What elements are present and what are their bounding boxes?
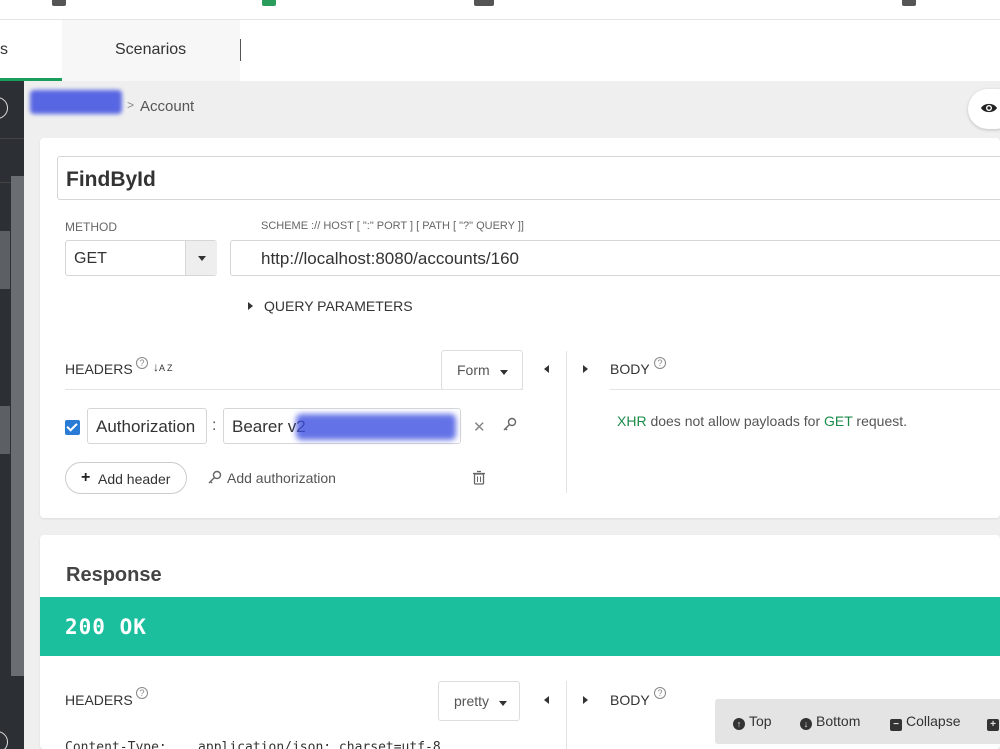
status-banner: 200 OK: [40, 597, 1000, 656]
dropdown-value: Form: [457, 362, 490, 378]
add-header-button[interactable]: + Add header: [65, 462, 187, 494]
body-note-method: GET: [824, 413, 853, 429]
request-card: FindById METHOD SCHEME :// HOST [ ":" PO…: [40, 138, 1000, 518]
url-input[interactable]: http://localhost:8080/accounts/160: [230, 240, 1000, 276]
url-format-label: SCHEME :// HOST [ ":" PORT ] [ PATH [ "?…: [261, 220, 524, 232]
headers-mode-dropdown[interactable]: Form: [441, 350, 523, 390]
query-parameters-toggle[interactable]: QUERY PARAMETERS: [264, 298, 413, 314]
help-icon[interactable]: ?: [654, 687, 666, 699]
panel-divider[interactable]: [566, 351, 567, 493]
header-key-input[interactable]: Authorization: [87, 408, 207, 444]
method-dropdown-toggle[interactable]: [185, 241, 217, 275]
help-icon[interactable]: ?: [654, 357, 666, 369]
collapse-button[interactable]: − Collapse: [890, 713, 960, 731]
scroll-bottom-button[interactable]: ↓ Bottom: [800, 713, 860, 730]
breadcrumb: > Account: [24, 81, 1000, 136]
help-icon[interactable]: ?: [136, 687, 148, 699]
tab-requests[interactable]: s: [0, 20, 62, 81]
method-value: GET: [74, 250, 107, 267]
help-icon[interactable]: ?: [136, 357, 148, 369]
sort-icon[interactable]: ↓A Z: [153, 360, 173, 374]
status-text: 200 OK: [65, 615, 147, 639]
response-headers-label: HEADERS: [65, 692, 133, 708]
response-body-label: BODY: [610, 692, 650, 708]
headers-label: HEADERS: [65, 361, 133, 377]
sidebar-item[interactable]: [0, 231, 10, 289]
collapse-right-icon[interactable]: [583, 696, 588, 704]
tab-scenarios[interactable]: Scenarios: [62, 20, 240, 81]
arrow-down-icon: ↓: [800, 718, 812, 730]
caret-down-icon: [499, 701, 507, 706]
redacted-project-name[interactable]: [30, 90, 122, 114]
tab-bar: s Scenarios: [0, 20, 1000, 81]
tab-divider: [240, 39, 241, 61]
header-enabled-checkbox[interactable]: [65, 420, 80, 435]
close-icon[interactable]: ✕: [473, 418, 486, 436]
method-select[interactable]: GET: [65, 240, 217, 276]
key-icon[interactable]: [502, 416, 518, 432]
toolbar-icon[interactable]: [52, 0, 66, 6]
collapse-left-icon[interactable]: [544, 696, 549, 704]
plus-icon: +: [987, 719, 999, 731]
toolbar-icon[interactable]: [902, 0, 916, 6]
body-label: BODY: [610, 361, 650, 377]
breadcrumb-current: Account: [140, 98, 195, 115]
response-header-line: Content-Type: application/json; charset=…: [65, 740, 441, 749]
add-authorization-link[interactable]: Add authorization: [227, 470, 336, 486]
divider: [610, 389, 1000, 390]
toolbar-icon[interactable]: [474, 0, 494, 6]
expand-triangle-icon[interactable]: [248, 302, 253, 310]
circle-icon[interactable]: [0, 97, 8, 119]
minus-icon: −: [890, 719, 902, 731]
scroll-bottom-label: Bottom: [816, 713, 861, 729]
arrow-up-icon: ↑: [733, 718, 745, 730]
collapse-label: Collapse: [906, 713, 961, 729]
panel-divider[interactable]: [566, 681, 567, 749]
body-note-text: does not allow payloads for: [646, 413, 825, 429]
toolbar-icon[interactable]: [262, 0, 276, 6]
circle-icon[interactable]: [0, 731, 8, 749]
sidebar-divider: [0, 138, 24, 139]
method-label: METHOD: [65, 220, 117, 234]
tab-label: Scenarios: [115, 41, 187, 58]
collapse-right-icon[interactable]: [583, 365, 588, 373]
tab-label: s: [0, 41, 8, 58]
scroll-top-label: Top: [749, 713, 772, 729]
trash-icon[interactable]: [472, 470, 486, 486]
scroll-top-button[interactable]: ↑ Top: [733, 713, 772, 730]
plus-icon: +: [81, 469, 91, 486]
expand-button[interactable]: +: [987, 713, 1000, 731]
body-note: XHR does not allow payloads for GET requ…: [617, 413, 907, 429]
divider: [65, 389, 523, 390]
header-colon: :: [212, 417, 217, 434]
preview-button[interactable]: [968, 89, 1000, 129]
sidebar-item[interactable]: [0, 406, 10, 454]
floating-nav-bar: ↑ Top ↓ Bottom − Collapse +: [715, 699, 1000, 744]
dropdown-value: pretty: [454, 693, 490, 709]
top-toolbar-strip: [0, 0, 1000, 20]
body-note-xhr: XHR: [617, 413, 647, 429]
request-name-input[interactable]: FindById: [57, 156, 1000, 200]
caret-down-icon: [198, 256, 206, 261]
sidebar: [0, 81, 24, 749]
collapse-left-icon[interactable]: [544, 365, 549, 373]
add-header-label: Add header: [98, 471, 171, 487]
response-headers-mode-dropdown[interactable]: pretty: [438, 681, 520, 721]
breadcrumb-separator: >: [127, 98, 135, 112]
key-icon: [208, 470, 222, 484]
eye-icon: [981, 103, 997, 113]
redacted-token: [296, 414, 456, 440]
caret-down-icon: [500, 370, 508, 375]
body-note-suffix: request.: [852, 413, 908, 429]
response-title: Response: [66, 564, 162, 586]
sidebar-scrollbar[interactable]: [11, 176, 24, 676]
